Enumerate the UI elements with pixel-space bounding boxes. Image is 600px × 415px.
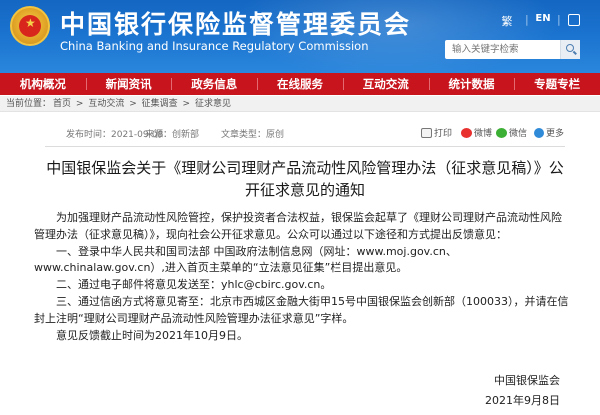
weibo-share-button[interactable]: 微博 [461, 126, 492, 139]
signature-date: 2021年9月8日 [485, 394, 560, 407]
site-header: ★ 中国银行保险监督管理委员会 China Banking and Insura… [0, 0, 600, 73]
article-type: 文章类型：原创 [221, 130, 285, 140]
article-body: 为加强理财产品流动性风险管控，保护投资者合法权益，银保监会起草了《理财公司理财产… [34, 210, 569, 344]
wechat-label: 微信 [509, 129, 528, 139]
search-button[interactable] [560, 40, 580, 59]
site-subtitle: China Banking and Insurance Regulatory C… [60, 39, 369, 53]
printer-icon [421, 127, 432, 138]
article-title: 中国银保监会关于《理财公司理财产品流动性风险管理办法（征求意见稿）》公开征求意见… [46, 159, 564, 199]
breadcrumb-consultation[interactable]: 征求意见 [195, 99, 231, 109]
breadcrumb-home[interactable]: 首页 [53, 99, 71, 109]
nav-item-institution[interactable]: 机构概况 [0, 73, 86, 95]
article-source: 来源：创新部 [145, 130, 200, 140]
search-input[interactable] [445, 40, 560, 59]
nav-item-statistics[interactable]: 统计数据 [428, 73, 515, 95]
nav-item-online-service[interactable]: 在线服务 [257, 73, 343, 95]
breadcrumb-survey[interactable]: 征集调查 [142, 99, 178, 109]
nav-item-interaction[interactable]: 互动交流 [342, 73, 429, 95]
breadcrumb-interaction[interactable]: 互动交流 [88, 99, 124, 109]
nav-item-government-info[interactable]: 政务信息 [171, 73, 257, 95]
weibo-icon [461, 127, 472, 138]
nav-item-news[interactable]: 新闻资讯 [85, 73, 172, 95]
breadcrumb-label: 当前位置： [6, 99, 52, 109]
english-link[interactable]: EN [535, 13, 551, 24]
signature-org: 中国银保监会 [494, 374, 560, 387]
meta-divider [45, 146, 565, 147]
search-box [445, 40, 580, 59]
more-share-button[interactable]: 更多 [534, 126, 564, 139]
paragraph-channel-3: 三、通过信函方式将意见寄至：北京市西城区金融大街甲15号中国银保监会创新部（10… [34, 294, 569, 325]
breadcrumb-separator: > [75, 99, 84, 109]
paragraph-channel-1: 一、登录中华人民共和国司法部 中国政府法制信息网（网址：www.moj.gov.… [34, 244, 457, 275]
traditional-chinese-link[interactable]: 繁 [497, 13, 517, 29]
print-button[interactable]: 打印 [421, 126, 452, 139]
main-nav: 机构概况 新闻资讯 政务信息 在线服务 互动交流 统计数据 专题专栏 [0, 73, 600, 95]
paragraph-channel-2: 二、通过电子邮件将意见发送至：yhlc@cbirc.gov.cn。 [56, 278, 332, 292]
paragraph-intro: 为加强理财产品流动性风险管控，保护投资者合法权益，银保监会起草了《理财公司理财产… [34, 211, 562, 241]
national-emblem-icon: ★ [10, 6, 50, 46]
article-meta: 发布时间：2021-09-08 来源：创新部 文章类型：原创 打印 微博 微信 … [45, 123, 565, 141]
site-title[interactable]: 中国银行保险监督管理委员会 [60, 5, 411, 41]
more-label: 更多 [546, 129, 565, 139]
breadcrumb-separator: > [129, 99, 137, 109]
breadcrumb: 当前位置： 首页 > 互动交流 > 征集调查 > 征求意见 [0, 96, 600, 112]
emblem-star-icon: ★ [25, 16, 36, 30]
paragraph-deadline: 意见反馈截止时间为2021年10月9日。 [56, 328, 248, 342]
lang-separator: | [525, 13, 529, 26]
wechat-share-button[interactable]: 微信 [496, 126, 527, 139]
print-label: 打印 [434, 129, 453, 139]
weibo-label: 微博 [474, 129, 493, 139]
lang-separator: | [557, 13, 561, 26]
more-icon [534, 127, 544, 138]
breadcrumb-separator: > [182, 99, 191, 109]
wechat-icon [496, 127, 507, 138]
accessibility-icon[interactable] [568, 14, 580, 26]
search-icon-handle [573, 50, 577, 55]
nav-item-special-topics[interactable]: 专题专栏 [514, 73, 600, 95]
